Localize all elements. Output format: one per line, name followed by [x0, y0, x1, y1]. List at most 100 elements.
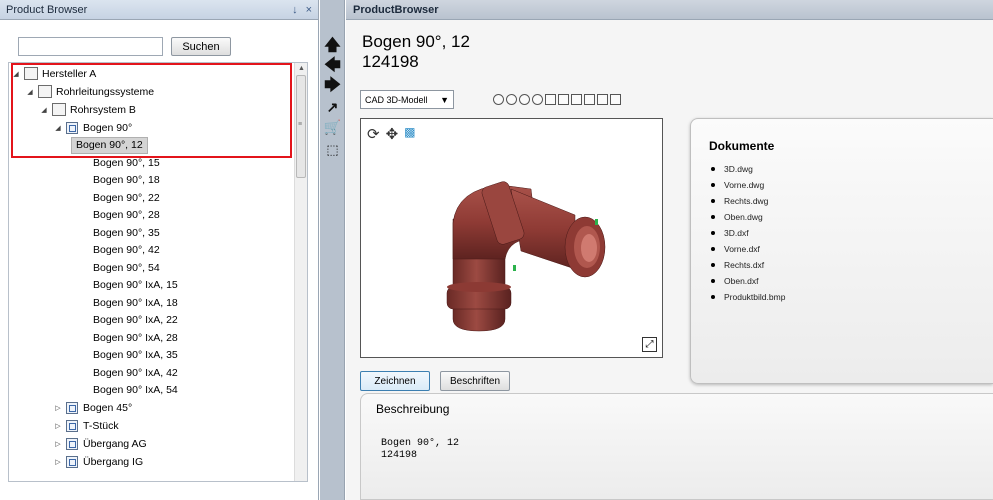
bullet-icon [711, 183, 715, 187]
document-link[interactable]: Rechts.dwg [711, 193, 785, 209]
expand-icon[interactable]: ▷ [53, 404, 63, 412]
back-view-icon[interactable] [558, 94, 569, 105]
top-view-icon[interactable] [597, 94, 608, 105]
document-link[interactable]: Rechts.dxf [711, 257, 785, 273]
tree-item[interactable]: Bogen 90° IxA, 22 [89, 312, 182, 329]
product-detail-panel: ProductBrowser Bogen 90°, 12 124198 CAD … [346, 0, 993, 500]
product-browser-panel: Product Browser ↓ × Suchen ◢ Hersteller … [0, 0, 319, 500]
tree-node-label: Übergang IG [83, 455, 144, 468]
documents-list: 3D.dwg Vorne.dwg Rechts.dwg Oben.dwg 3D.… [711, 161, 785, 305]
bullet-icon [711, 279, 715, 283]
chevron-down-icon: ▼ [440, 94, 449, 105]
part-icon [66, 419, 78, 432]
iso-view-icon[interactable] [493, 94, 504, 105]
tree-item[interactable]: Bogen 90° IxA, 42 [89, 365, 182, 382]
open-external-icon[interactable]: ↗ [323, 98, 342, 117]
cart-icon[interactable]: 🛒 [323, 118, 342, 137]
search-row: Suchen [18, 37, 231, 56]
view-mode-select[interactable]: CAD 3D-Modell ▼ [360, 90, 454, 109]
description-text: Bogen 90°, 12 124198 [381, 438, 459, 462]
tree-item[interactable]: Bogen 90° IxA, 15 [89, 277, 182, 294]
vertical-toolbar: 🡅 🡄 🡆 ↗ 🛒 ⬚ [320, 0, 345, 500]
3d-model-viewer[interactable]: ⟳ ✥ ▩ ⤢ [360, 118, 663, 358]
bullet-icon [711, 247, 715, 251]
tree-item[interactable]: Bogen 90°, 35 [89, 225, 164, 242]
tree-item[interactable]: Bogen 90° IxA, 54 [89, 382, 182, 399]
scroll-grip-icon: ≡ [298, 121, 303, 128]
bullet-icon [711, 199, 715, 203]
document-link[interactable]: Vorne.dwg [711, 177, 785, 193]
document-name: 3D.dxf [724, 228, 749, 238]
document-name: Vorne.dwg [724, 180, 765, 190]
bottom-view-icon[interactable] [610, 94, 621, 105]
tree-node-group[interactable]: ▷ Übergang AG [53, 435, 147, 452]
document-name: Oben.dxf [724, 276, 759, 286]
expand-icon[interactable]: ▷ [53, 422, 63, 430]
tree-node-group[interactable]: ▷ Bogen 45° [53, 399, 132, 416]
product-number: 124198 [362, 52, 419, 71]
document-name: Vorne.dxf [724, 244, 760, 254]
panel-title-bar: Product Browser ↓ × [0, 0, 318, 20]
description-heading: Beschreibung [376, 402, 450, 416]
part-icon [66, 401, 78, 414]
document-link[interactable]: Oben.dxf [711, 273, 785, 289]
search-button[interactable]: Suchen [171, 37, 231, 56]
panel-title: ProductBrowser [346, 0, 993, 20]
document-name: 3D.dwg [724, 164, 753, 174]
pin-icon[interactable]: ↓ [292, 4, 298, 16]
document-name: Oben.dwg [724, 212, 763, 222]
tree-node-group[interactable]: ▷ T-Stück [53, 417, 119, 434]
iso-view-icon[interactable] [519, 94, 530, 105]
view-mode-value: CAD 3D-Modell [365, 94, 428, 105]
tree-item[interactable]: Bogen 90°, 22 [89, 190, 164, 207]
part-icon [66, 455, 78, 468]
draw-button[interactable]: Zeichnen [360, 371, 430, 391]
expand-icon[interactable]: ▷ [53, 440, 63, 448]
tree-item[interactable]: Bogen 90° IxA, 18 [89, 295, 182, 312]
document-link[interactable]: Oben.dwg [711, 209, 785, 225]
documents-heading: Dokumente [709, 139, 775, 153]
product-name: Bogen 90°, 12 [362, 32, 470, 51]
view-direction-icons [493, 94, 621, 105]
document-name: Produktbild.bmp [724, 292, 786, 302]
documents-panel: Dokumente 3D.dwg Vorne.dwg Rechts.dwg Ob… [690, 118, 993, 384]
tree-node-label: Bogen 45° [83, 401, 133, 414]
product-tree[interactable]: ◢ Hersteller A ◢ Rohrleitungssysteme ◢ R… [8, 62, 308, 482]
scroll-up-icon[interactable]: ▲ [298, 65, 305, 72]
arrow-right-icon[interactable]: 🡆 [323, 77, 342, 97]
iso-view-icon[interactable] [532, 94, 543, 105]
iso-view-icon[interactable] [506, 94, 517, 105]
right-view-icon[interactable] [584, 94, 595, 105]
description-line: 124198 [381, 450, 418, 461]
expand-icon[interactable]: ▷ [53, 458, 63, 466]
elbow-model [446, 181, 606, 332]
tree-scrollbar[interactable]: ▲ ≡ [294, 63, 307, 481]
selection-highlight-box [11, 63, 292, 158]
tree-item[interactable]: Bogen 90° IxA, 28 [89, 330, 182, 347]
left-view-icon[interactable] [571, 94, 582, 105]
description-line: Bogen 90°, 12 [381, 438, 460, 449]
bullet-icon [711, 295, 715, 299]
document-link[interactable]: 3D.dwg [711, 161, 785, 177]
maximize-icon[interactable]: ⤢ [642, 337, 657, 352]
part-icon [66, 437, 78, 450]
search-input[interactable] [18, 37, 163, 56]
tree-item[interactable]: Bogen 90°, 28 [89, 207, 164, 224]
tree-item[interactable]: Bogen 90°, 54 [89, 260, 164, 277]
tree-item[interactable]: Bogen 90°, 42 [89, 242, 164, 259]
bullet-icon [711, 167, 715, 171]
tree-item[interactable]: Bogen 90°, 18 [89, 172, 164, 189]
bullet-icon [711, 263, 715, 267]
tree-item[interactable]: Bogen 90° IxA, 35 [89, 347, 182, 364]
close-icon[interactable]: × [306, 4, 312, 16]
document-link[interactable]: Produktbild.bmp [711, 289, 785, 305]
label-button[interactable]: Beschriften [440, 371, 510, 391]
document-link[interactable]: Vorne.dxf [711, 241, 785, 257]
document-link[interactable]: 3D.dxf [711, 225, 785, 241]
tree-node-label: T-Stück [83, 419, 119, 432]
selection-icon[interactable]: ⬚ [323, 140, 342, 159]
front-view-icon[interactable] [545, 94, 556, 105]
bullet-icon [711, 231, 715, 235]
document-name: Rechts.dwg [724, 196, 769, 206]
tree-node-group[interactable]: ▷ Übergang IG [53, 453, 143, 470]
